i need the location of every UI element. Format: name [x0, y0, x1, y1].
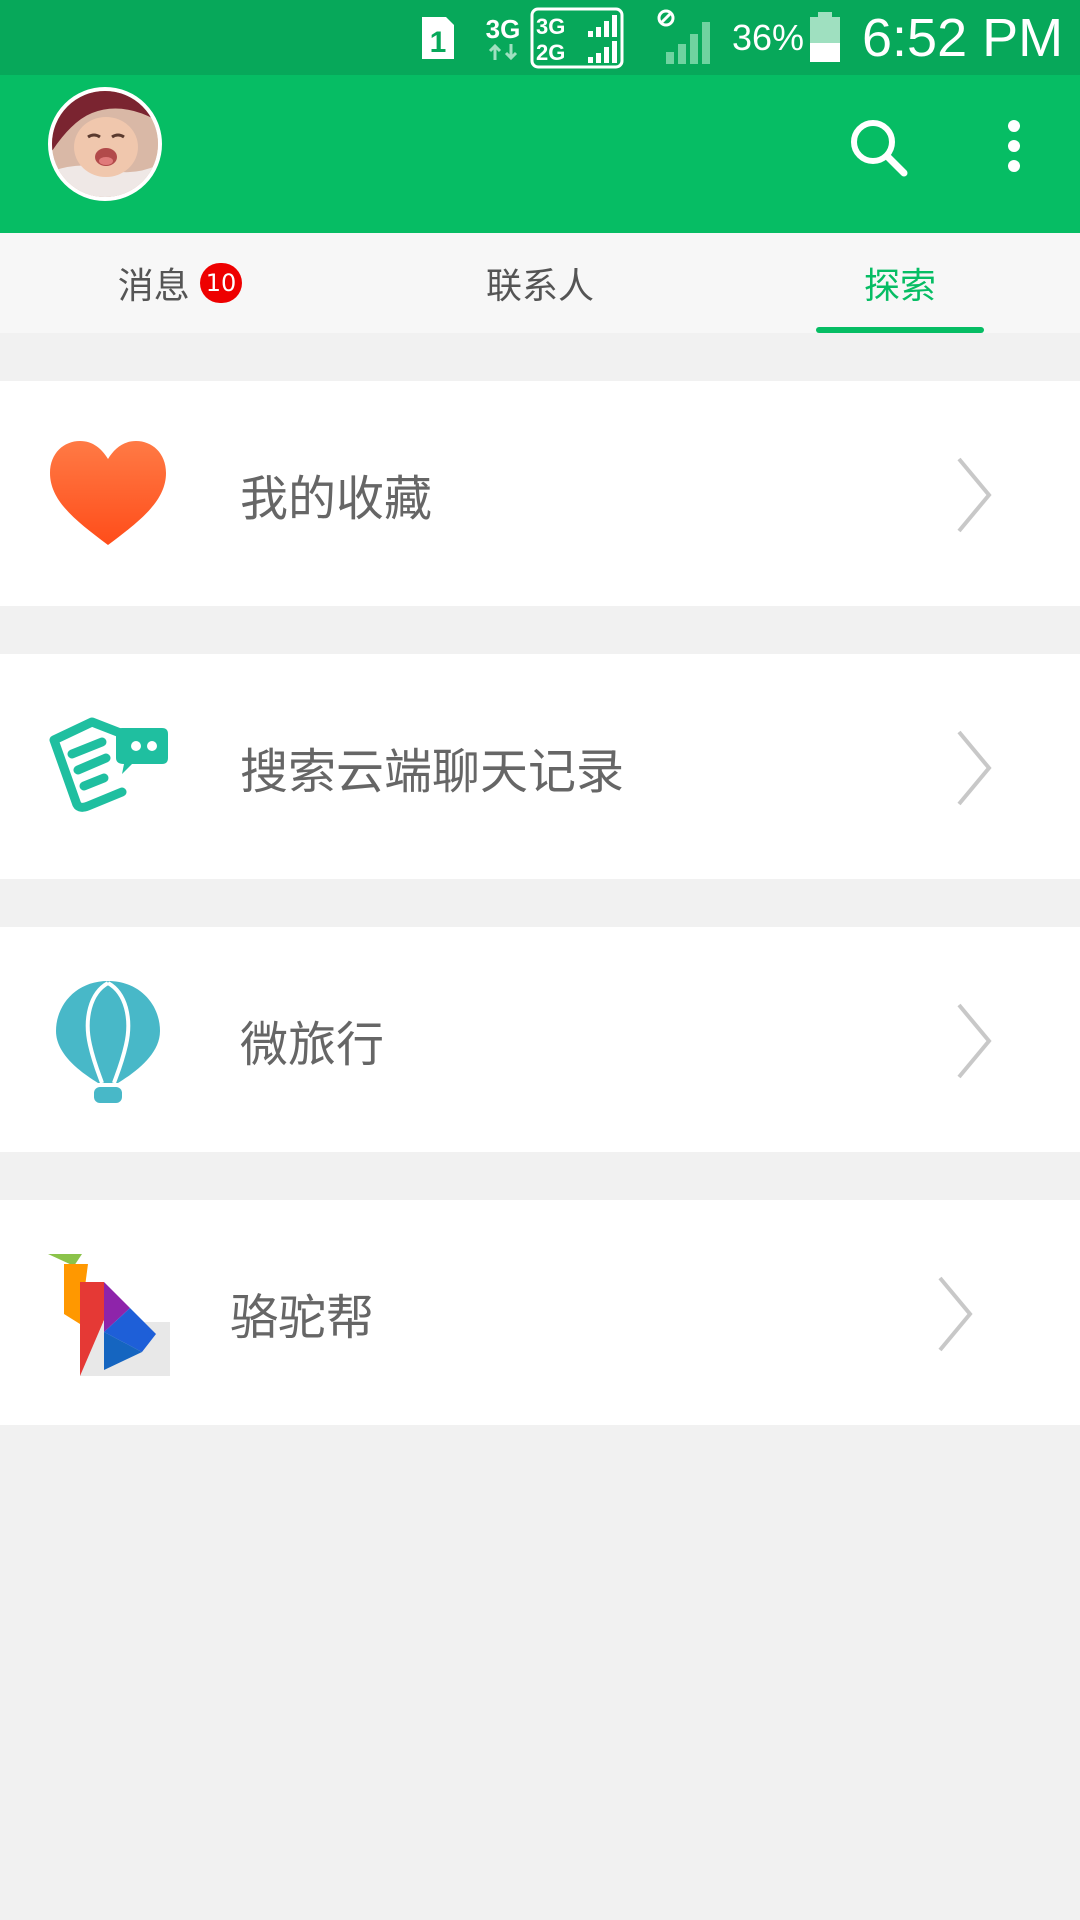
network-activity-icon: 3G [483, 0, 523, 75]
cell-signal-icon [656, 0, 714, 75]
status-bar: 1 3G 3G 2G 36% 6:52 PM [0, 0, 1080, 75]
chevron-right-icon [936, 1274, 976, 1354]
chat-notes-icon [46, 706, 170, 830]
more-options-button[interactable] [996, 115, 1032, 179]
svg-text:2G: 2G [536, 40, 565, 65]
list-item-label: 微旅行 [240, 1016, 385, 1073]
svg-text:3G: 3G [536, 14, 565, 39]
list-item-cloud-chat-search[interactable]: 搜索云端聊天记录 [0, 654, 1080, 879]
more-vertical-icon [1008, 120, 1020, 172]
chevron-right-icon [955, 1001, 995, 1081]
unread-badge: 10 [199, 263, 243, 303]
tab-messages[interactable]: 消息 10 [0, 233, 360, 333]
heart-icon [46, 433, 170, 557]
baby-avatar-icon [52, 91, 158, 197]
list-item-label: 搜索云端聊天记录 [240, 743, 625, 800]
chevron-right-icon [955, 728, 995, 808]
battery-percentage: 36% [732, 16, 805, 58]
list-item-label: 骆驼帮 [230, 1289, 375, 1346]
app-bar [0, 75, 1080, 233]
search-button[interactable] [846, 115, 910, 179]
active-tab-indicator [816, 327, 984, 333]
search-icon [851, 120, 908, 177]
sim-card-icon: 1 [420, 0, 456, 75]
hot-air-balloon-icon [46, 979, 170, 1103]
list-item-label: 我的收藏 [240, 470, 433, 527]
tab-explore[interactable]: 探索 [720, 233, 1080, 333]
origami-bird-icon [46, 1252, 170, 1376]
tab-explore-label: 探索 [863, 266, 936, 307]
dual-signal-icon: 3G 2G [530, 0, 624, 75]
svg-text:1: 1 [430, 26, 447, 59]
battery-icon [808, 0, 842, 75]
tab-contacts[interactable]: 联系人 [360, 233, 720, 333]
tab-messages-label: 消息 [117, 266, 190, 307]
clock: 6:52 PM [862, 7, 1064, 68]
tab-bar: 消息 10 联系人 探索 [0, 233, 1080, 333]
avatar[interactable] [48, 87, 162, 201]
chevron-right-icon [955, 455, 995, 535]
list-item-camel-gang[interactable]: 骆驼帮 [0, 1200, 1080, 1425]
list-item-micro-travel[interactable]: 微旅行 [0, 927, 1080, 1152]
svg-text:3G: 3G [486, 14, 521, 44]
list-item-favorites[interactable]: 我的收藏 [0, 381, 1080, 606]
tab-contacts-label: 联系人 [485, 266, 594, 307]
